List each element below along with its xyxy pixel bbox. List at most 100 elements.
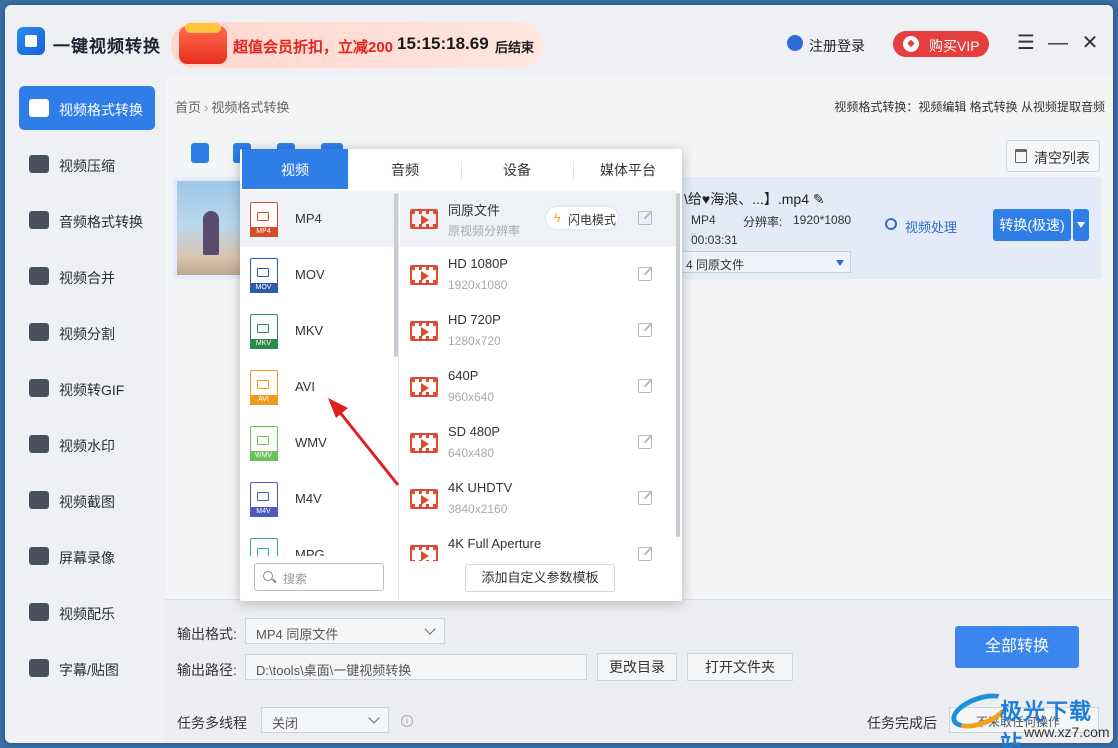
preset-list: 同原文件 原视频分辨率 ϟ 闪电模式 HD 1080P 1920x1080 HD…	[400, 191, 676, 561]
sidebar-item-video-music[interactable]: 视频配乐	[19, 590, 155, 634]
file-resolution: 1920*1080	[793, 213, 852, 227]
edit-icon[interactable]	[638, 267, 652, 281]
preset-list-scrollbar[interactable]	[676, 193, 680, 537]
preset-item-original[interactable]: 同原文件 原视频分辨率 ϟ 闪电模式	[400, 191, 676, 247]
tab-video[interactable]: 视频	[242, 149, 348, 189]
format-item-mp4[interactable]: MP4 MP4	[240, 191, 394, 247]
video-process-link[interactable]: 视频处理	[905, 217, 957, 236]
format-item-m4v[interactable]: M4V M4V	[240, 471, 394, 527]
edit-icon[interactable]	[638, 379, 652, 393]
subtitle-icon	[29, 659, 49, 677]
format-label: MPG	[295, 547, 325, 556]
lightning-icon: ϟ	[554, 211, 561, 225]
film-icon	[410, 265, 438, 285]
sidebar-item-screen-record[interactable]: 屏幕录像	[19, 534, 155, 578]
output-path-label: 输出路径:	[177, 662, 237, 678]
scissors-icon[interactable]	[885, 218, 897, 230]
site-watermark: 极光下载站 www.xz7.com	[946, 686, 1114, 748]
video-convert-icon	[29, 99, 49, 117]
format-item-mkv[interactable]: MKV MKV	[240, 303, 394, 359]
format-item-wmv[interactable]: WMV WMV	[240, 415, 394, 471]
tab-audio[interactable]: 音频	[350, 149, 460, 189]
output-format-select[interactable]: MP4 同原文件	[245, 618, 445, 644]
menu-icon[interactable]: ☰	[1015, 33, 1037, 55]
promo-text: 超值会员折扣，立减200	[233, 39, 394, 56]
sidebar-item-label: 视频压缩	[59, 158, 115, 174]
output-format-value: MP4 同原文件	[256, 627, 339, 642]
open-folder-button[interactable]: 打开文件夹	[687, 653, 793, 681]
tab-media-platform[interactable]: 媒体平台	[574, 149, 682, 189]
edit-icon[interactable]	[638, 491, 652, 505]
convert-button[interactable]: 转换(极速)	[993, 209, 1071, 241]
sidebar-item-video-split[interactable]: 视频分割	[19, 310, 155, 354]
diamond-icon: ◆	[903, 36, 919, 52]
preset-item-640p[interactable]: 640P 960x640	[400, 359, 676, 415]
feature-hint: 视频格式转换：视频编辑 格式转换 从视频提取音频	[834, 100, 1105, 114]
preset-name: 640P	[448, 368, 479, 383]
sidebar-item-label: 视频配乐	[59, 606, 115, 622]
edit-icon[interactable]	[638, 323, 652, 337]
breadcrumb-home[interactable]: 首页	[175, 100, 201, 115]
watermark-icon	[29, 435, 49, 453]
sidebar-item-video-merge[interactable]: 视频合并	[19, 254, 155, 298]
file-name-text: \给♥海浪、...】.mp4	[684, 191, 809, 207]
edit-icon[interactable]	[638, 547, 652, 561]
clear-list-button[interactable]: 清空列表	[1006, 140, 1100, 172]
sidebar-item-video-gif[interactable]: 视频转GIF	[19, 366, 155, 410]
user-icon[interactable]	[787, 35, 803, 51]
convert-dropdown-button[interactable]	[1073, 209, 1089, 241]
camera-icon	[257, 268, 269, 277]
preset-name: 同原文件	[448, 203, 501, 218]
sidebar-item-label: 视频合并	[59, 270, 115, 286]
video-thumbnail[interactable]	[177, 181, 247, 275]
login-link[interactable]: 注册登录	[809, 36, 865, 56]
edit-icon[interactable]	[638, 211, 652, 225]
preset-item-4k-full-aperture[interactable]: 4K Full Aperture	[400, 527, 676, 561]
convert-all-button[interactable]: 全部转换	[955, 626, 1079, 668]
sidebar-item-video-screenshot[interactable]: 视频截图	[19, 478, 155, 522]
multithread-select[interactable]: 关闭	[261, 707, 389, 733]
sidebar-item-label: 音频格式转换	[59, 214, 143, 230]
info-icon[interactable]: i	[401, 715, 413, 727]
preset-item-720p[interactable]: HD 720P 1280x720	[400, 303, 676, 359]
format-badge: MKV	[249, 338, 278, 349]
format-search-input[interactable]: 搜索	[254, 563, 384, 591]
preset-item-1080p[interactable]: HD 1080P 1920x1080	[400, 247, 676, 303]
format-item-avi[interactable]: AVI AVI	[240, 359, 394, 415]
change-dir-button[interactable]: 更改目录	[597, 653, 677, 681]
buy-vip-button[interactable]: ◆ 购买VIP	[893, 31, 989, 57]
add-custom-template-button[interactable]: 添加自定义参数模板	[465, 564, 615, 592]
sidebar-item-audio-convert[interactable]: 音频格式转换	[19, 198, 155, 242]
preset-item-480p[interactable]: SD 480P 640x480	[400, 415, 676, 471]
breadcrumb-separator-icon: ›	[204, 100, 209, 115]
close-icon[interactable]: ✕	[1079, 33, 1101, 55]
format-item-mpg[interactable]: MPG MPG	[240, 527, 394, 556]
file-name: \给♥海浪、...】.mp4 ✎	[684, 189, 825, 209]
sidebar-item-video-watermark[interactable]: 视频水印	[19, 422, 155, 466]
tab-device[interactable]: 设备	[462, 149, 572, 189]
m4v-file-icon: M4V	[249, 482, 278, 517]
buy-vip-label: 购买VIP	[929, 38, 980, 54]
camera-icon	[257, 548, 269, 556]
add-file-icon[interactable]	[191, 143, 209, 163]
film-icon	[410, 377, 438, 397]
film-icon	[410, 321, 438, 341]
sidebar-item-label: 视频水印	[59, 438, 115, 454]
sidebar-item-video-compress[interactable]: 视频压缩	[19, 142, 155, 186]
preset-item-4k-uhdtv[interactable]: 4K UHDTV 3840x2160	[400, 471, 676, 527]
flash-mode-label: 闪电模式	[568, 213, 617, 227]
flash-mode-badge: ϟ 闪电模式	[546, 207, 618, 229]
minimize-icon[interactable]: —	[1047, 33, 1069, 55]
sidebar-item-subtitle[interactable]: 字幕/贴图	[19, 646, 155, 690]
after-task-label: 任务完成后	[867, 715, 937, 731]
edit-icon[interactable]	[638, 435, 652, 449]
rename-pencil-icon[interactable]: ✎	[813, 191, 825, 207]
output-path-field[interactable]: D:\tools\桌面\一键视频转换	[245, 654, 587, 680]
format-item-mov[interactable]: MOV MOV	[240, 247, 394, 303]
search-icon	[263, 571, 273, 581]
promo-banner[interactable]: 超值会员折扣，立减200 15:15:18.69 后结束	[171, 22, 543, 68]
sidebar-item-video-convert[interactable]: 视频格式转换	[19, 86, 155, 130]
promo-countdown: 15:15:18.69	[397, 34, 489, 53]
row-preset-select[interactable]: 4 同原文件	[679, 251, 851, 273]
preset-name: HD 1080P	[448, 256, 508, 271]
